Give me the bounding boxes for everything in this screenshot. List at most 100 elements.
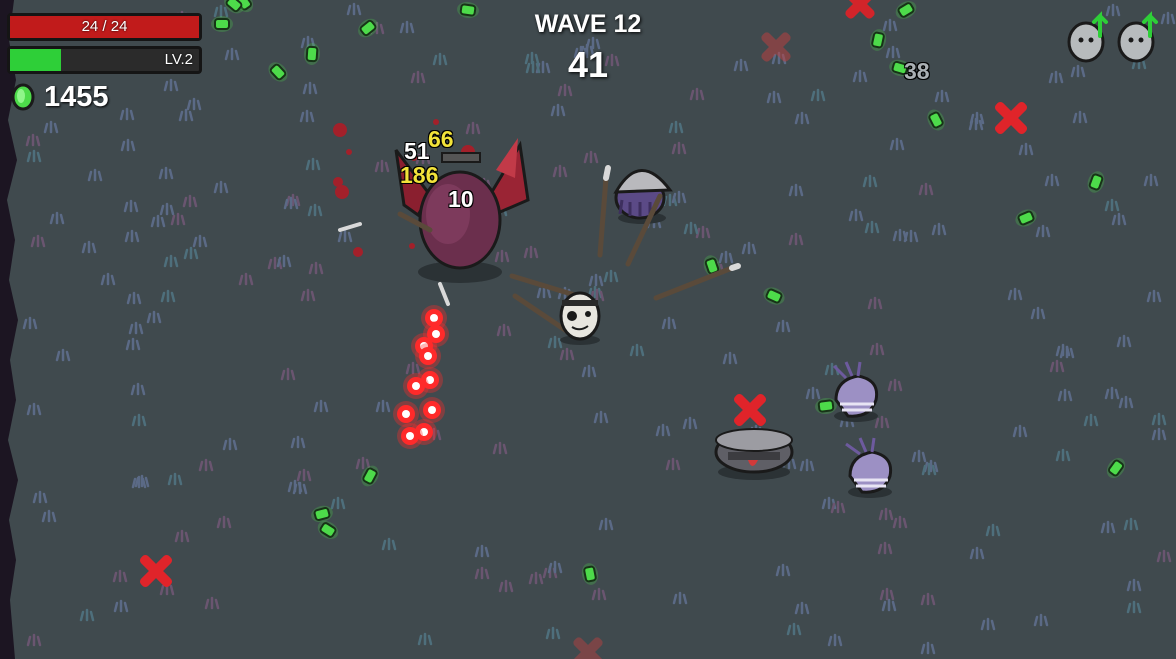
grass-tuft xyxy=(337,229,353,243)
grass-tuft xyxy=(87,168,103,182)
grass-tuft xyxy=(923,459,939,473)
grass-tuft xyxy=(159,202,175,216)
grass-tuft xyxy=(123,199,139,213)
grass-tuft xyxy=(881,598,897,612)
grass-tuft xyxy=(830,500,846,514)
grass-tuft xyxy=(921,462,937,476)
blood-drop xyxy=(335,185,349,199)
material-pickup xyxy=(763,287,785,305)
grass-tuft xyxy=(1044,173,1060,187)
grass-tuft xyxy=(775,563,791,577)
grass-tuft xyxy=(25,133,41,147)
grass-tuft xyxy=(113,599,129,613)
grass-tuft xyxy=(1151,427,1167,441)
grass-tuft xyxy=(934,89,950,103)
grass-tuft xyxy=(877,541,893,555)
grass-tuft xyxy=(918,182,934,196)
grass-tuft xyxy=(892,515,908,529)
grass-tuft xyxy=(1030,306,1046,320)
grass-tuft xyxy=(474,544,490,558)
grass-tuft xyxy=(980,617,996,631)
blood-drop xyxy=(409,243,415,249)
grass-tuft xyxy=(405,361,421,375)
grass-tuft xyxy=(581,364,597,378)
grass-tuft xyxy=(290,435,306,449)
grass-tuft xyxy=(867,296,883,310)
grass-tuft xyxy=(26,633,42,647)
grass-tuft xyxy=(665,457,681,471)
grass-tuft xyxy=(198,458,214,472)
grass-tuft xyxy=(494,249,510,263)
enemy-bullet xyxy=(403,373,429,399)
grass-tuft xyxy=(1035,224,1051,238)
grass-tuft xyxy=(1123,517,1139,531)
grass-tuft xyxy=(559,347,575,361)
grass-tuft xyxy=(55,348,71,362)
grass-tuft xyxy=(550,103,566,117)
grass-tuft xyxy=(1151,412,1167,426)
grass-tuft xyxy=(799,458,815,472)
grass-tuft xyxy=(150,214,166,228)
grass-tuft xyxy=(300,288,316,302)
grass-tuft xyxy=(1146,289,1162,303)
damage-number: 10 xyxy=(448,186,474,212)
grass-tuft xyxy=(695,225,711,239)
grass-tuft xyxy=(892,228,908,242)
grass-tuft xyxy=(280,367,296,381)
grass-tuft xyxy=(786,622,802,636)
grass-tuft xyxy=(128,321,144,335)
wave-label: WAVE 12 xyxy=(534,10,642,38)
grass-tuft xyxy=(775,319,791,333)
blood-drop xyxy=(346,149,352,155)
grass-tuft xyxy=(827,633,843,647)
grass-tuft xyxy=(216,515,232,529)
grass-tuft xyxy=(160,289,176,303)
grass-tuft xyxy=(299,109,315,123)
grass-tuft xyxy=(130,382,146,396)
grass-tuft xyxy=(126,291,142,305)
blood-drop xyxy=(353,247,363,257)
grass-tuft xyxy=(671,141,687,155)
grass-tuft xyxy=(100,272,116,286)
grass-tuft xyxy=(889,137,905,151)
grass-tuft xyxy=(545,626,561,640)
grass-tuft xyxy=(1126,578,1142,592)
grass-tuft xyxy=(1118,395,1134,409)
larva-enemy xyxy=(845,437,893,498)
material-icon xyxy=(11,83,35,111)
grass-tuft xyxy=(878,507,894,521)
grass-tuft xyxy=(603,269,619,283)
grass-tuft xyxy=(285,193,301,207)
grass-tuft xyxy=(167,472,183,486)
grass-tuft xyxy=(848,208,864,222)
enemy-bullet xyxy=(415,343,441,369)
grass-tuft xyxy=(22,316,38,330)
game-viewport: 51 66 186 10 38 24 / 24 LV.2 1455 WAVE 1… xyxy=(0,0,1176,659)
grass-tuft xyxy=(204,596,220,610)
grass-tuft xyxy=(672,591,688,605)
grass-tuft xyxy=(41,509,57,523)
material-pickup xyxy=(927,109,945,131)
arena-field xyxy=(0,0,1176,659)
grass-tuft xyxy=(112,569,128,583)
grass-tuft xyxy=(1156,549,1172,563)
grass-tuft xyxy=(222,437,238,451)
potato-player xyxy=(559,291,601,345)
grass-tuft xyxy=(496,323,512,337)
grass-tuft xyxy=(355,456,371,470)
material-pickup xyxy=(1087,171,1105,193)
grass-tuft xyxy=(375,399,391,413)
blood-drop xyxy=(333,123,347,137)
grass-tuft xyxy=(879,587,895,601)
grass-tuft xyxy=(920,641,936,655)
grass-tuft xyxy=(381,537,397,551)
grass-tuft xyxy=(583,150,599,164)
grass-tuft xyxy=(186,97,202,111)
grass-tuft xyxy=(920,592,936,606)
grass-tuft xyxy=(864,220,880,234)
grass-tuft xyxy=(862,174,878,188)
material-pickup xyxy=(581,563,599,585)
grass-tuft xyxy=(1057,388,1073,402)
grass-tuft xyxy=(869,342,885,356)
grass-tuft xyxy=(1083,413,1099,427)
